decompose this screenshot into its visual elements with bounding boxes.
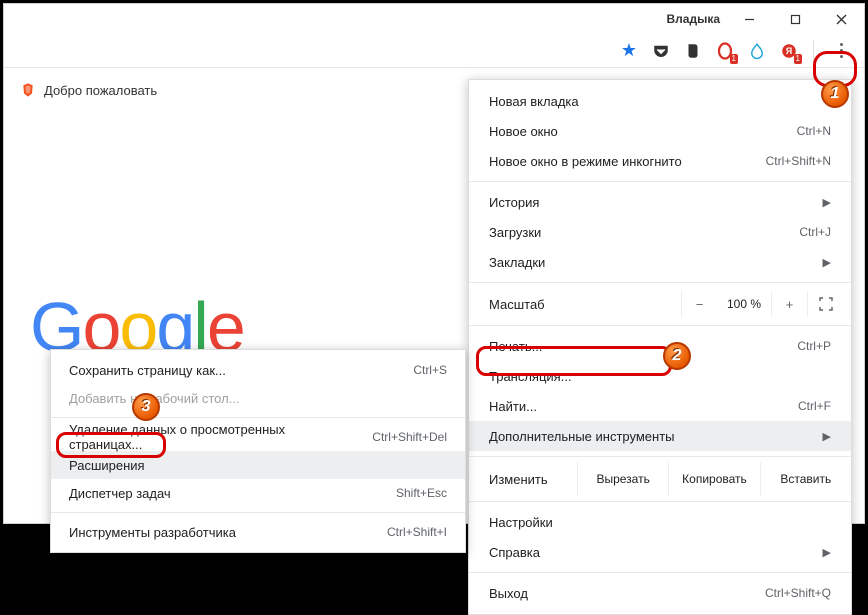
toolbar-divider [813, 40, 814, 62]
menu-separator [469, 325, 851, 326]
drop-icon[interactable] [745, 39, 769, 63]
menu-separator [469, 181, 851, 182]
submenu-dev-tools[interactable]: Инструменты разработчикаCtrl+Shift+I [51, 518, 465, 546]
yandex-badge: 1 [794, 54, 802, 64]
menu-downloads[interactable]: ЗагрузкиCtrl+J [469, 217, 851, 247]
submenu-save-as[interactable]: Сохранить страницу как...Ctrl+S [51, 356, 465, 384]
chevron-right-icon: ▶ [823, 546, 831, 559]
three-dots-icon [840, 43, 843, 58]
menu-separator [469, 501, 851, 502]
pocket-icon[interactable] [649, 39, 673, 63]
window-titlebar: Владыка [4, 4, 864, 34]
menu-separator [469, 456, 851, 457]
minimize-button[interactable] [726, 4, 772, 34]
maximize-button[interactable] [772, 4, 818, 34]
opera-icon[interactable]: 1 [713, 39, 737, 63]
fullscreen-button[interactable] [807, 291, 843, 317]
edit-label: Изменить [489, 472, 577, 487]
submenu-task-manager[interactable]: Диспетчер задачShift+Esc [51, 479, 465, 507]
paste-button[interactable]: Вставить [760, 462, 851, 496]
opera-badge: 1 [730, 54, 738, 64]
copy-button[interactable]: Копировать [668, 462, 759, 496]
more-tools-submenu: Сохранить страницу как...Ctrl+S Добавить… [50, 349, 466, 553]
zoom-label: Масштаб [489, 297, 681, 312]
menu-separator [469, 572, 851, 573]
evernote-icon[interactable] [681, 39, 705, 63]
menu-help[interactable]: Справка▶ [469, 537, 851, 567]
menu-print[interactable]: Печать...Ctrl+P [469, 331, 851, 361]
menu-settings[interactable]: Настройки [469, 507, 851, 537]
zoom-value: 100 % [717, 297, 771, 311]
yandex-icon[interactable]: Я 1 [777, 39, 801, 63]
welcome-label: Добро пожаловать [44, 83, 157, 98]
cut-button[interactable]: Вырезать [577, 462, 668, 496]
main-menu-button[interactable] [826, 37, 856, 65]
chevron-right-icon: ▶ [823, 196, 831, 209]
menu-separator [469, 282, 851, 283]
menu-zoom-row: Масштаб − 100 % + [469, 288, 851, 320]
menu-more-tools[interactable]: Дополнительные инструменты▶ [469, 421, 851, 451]
brave-icon [20, 82, 36, 98]
bookmark-star-icon[interactable]: ★ [617, 39, 641, 63]
menu-find[interactable]: Найти...Ctrl+F [469, 391, 851, 421]
menu-cast[interactable]: Трансляция... [469, 361, 851, 391]
menu-exit[interactable]: ВыходCtrl+Shift+Q [469, 578, 851, 608]
menu-bookmarks[interactable]: Закладки▶ [469, 247, 851, 277]
menu-incognito[interactable]: Новое окно в режиме инкогнитоCtrl+Shift+… [469, 146, 851, 176]
main-menu: Новая вкладка Новое окноCtrl+N Новое окн… [468, 79, 852, 615]
chevron-right-icon: ▶ [823, 256, 831, 269]
menu-new-tab[interactable]: Новая вкладка [469, 86, 851, 116]
browser-toolbar: ★ 1 Я 1 [4, 34, 864, 68]
svg-text:Я: Я [786, 46, 792, 56]
close-button[interactable] [818, 4, 864, 34]
zoom-out-button[interactable]: − [681, 291, 717, 317]
menu-new-window[interactable]: Новое окноCtrl+N [469, 116, 851, 146]
profile-name[interactable]: Владыка [666, 12, 720, 26]
submenu-clear-data[interactable]: Удаление данных о просмотренных страница… [51, 423, 465, 451]
menu-history[interactable]: История▶ [469, 187, 851, 217]
submenu-add-desktop: Добавить на рабочий стол... [51, 384, 465, 412]
menu-separator [51, 512, 465, 513]
menu-edit-row: Изменить Вырезать Копировать Вставить [469, 462, 851, 496]
zoom-in-button[interactable]: + [771, 291, 807, 317]
chevron-right-icon: ▶ [823, 430, 831, 443]
menu-separator [51, 417, 465, 418]
submenu-extensions[interactable]: Расширения [51, 451, 465, 479]
